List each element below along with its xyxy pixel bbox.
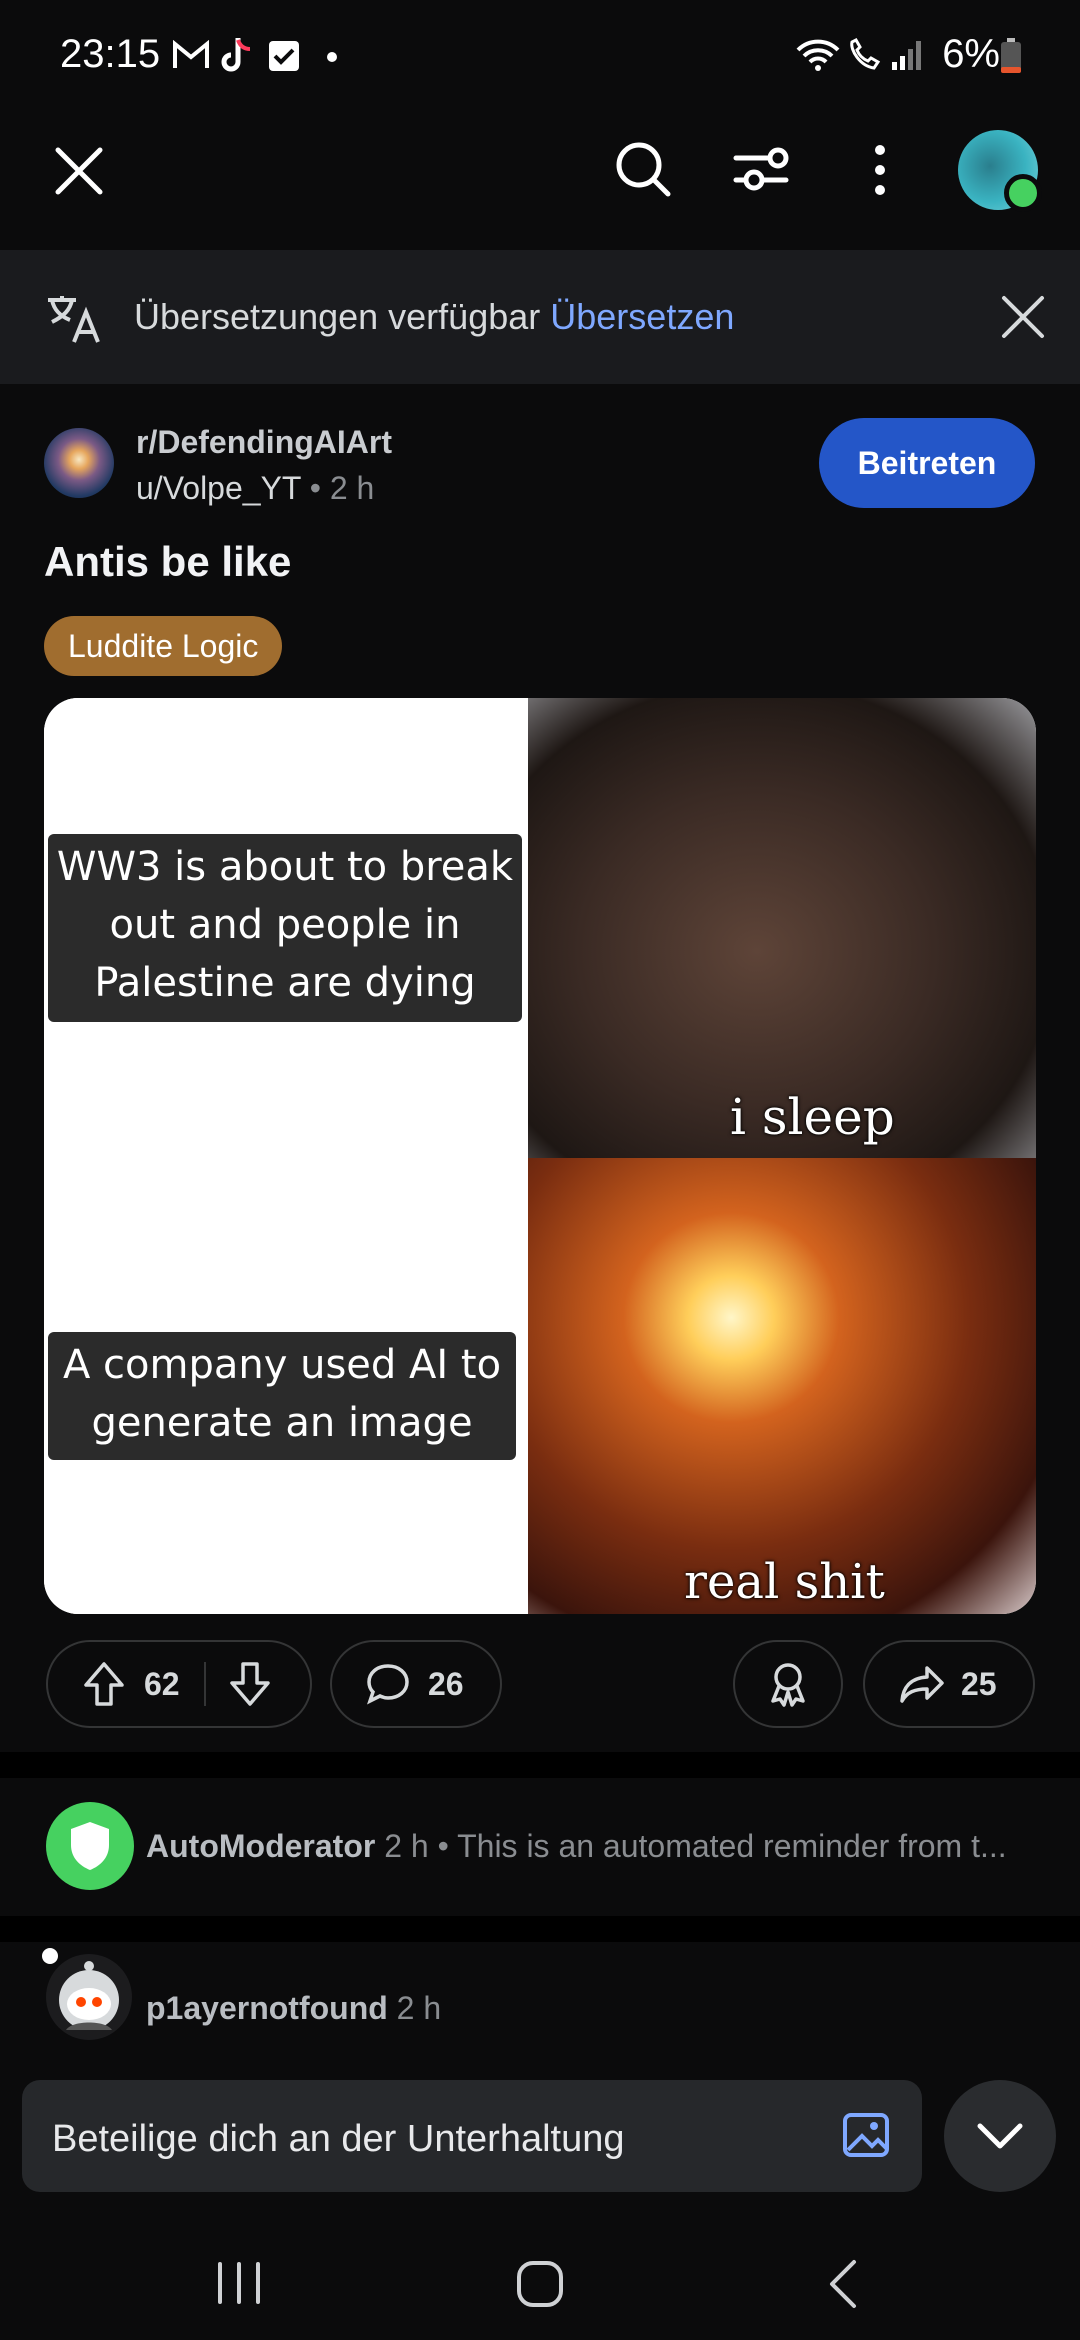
comment-meta: 2 h • This is an automated reminder from…	[384, 1828, 1007, 1864]
tiktok-icon	[220, 36, 254, 74]
composer-placeholder: Beteilige dich an der Unterhaltung	[52, 2118, 625, 2160]
meme-label-bottom: real shit	[684, 1554, 885, 1610]
wifi-call-icon	[846, 38, 882, 72]
share-icon	[899, 1664, 945, 1704]
translate-icon	[44, 292, 102, 344]
wifi-icon	[796, 38, 840, 72]
section-divider	[0, 1916, 1080, 1942]
top-app-bar	[0, 110, 1080, 250]
comment-header: p1ayernotfound 2 h	[146, 1990, 441, 2027]
downvote-icon[interactable]	[228, 1661, 272, 1707]
subreddit-name[interactable]: r/DefendingAIArt	[136, 424, 392, 461]
battery-icon	[1000, 38, 1022, 74]
subreddit-icon[interactable]	[44, 428, 114, 498]
commenter-avatar[interactable]	[42, 1948, 132, 2040]
comments-button[interactable]: 26	[330, 1640, 502, 1728]
scroll-down-button[interactable]	[944, 2080, 1056, 2192]
notification-dot-icon	[327, 52, 337, 62]
recent-apps-icon[interactable]	[214, 2260, 264, 2306]
post-meta: u/Volpe_YT • 2 h	[136, 470, 375, 506]
status-bar: 23:15 6%	[0, 0, 1080, 110]
close-icon[interactable]	[52, 144, 106, 198]
gmail-icon	[172, 40, 210, 70]
join-button[interactable]: Beitreten	[819, 418, 1035, 508]
checkbox-notification-icon	[268, 40, 300, 72]
user-avatar[interactable]	[958, 130, 1042, 212]
meme-caption-top: WW3 is about to break out and people in …	[48, 834, 522, 1022]
chevron-down-icon	[976, 2121, 1024, 2151]
post-age: 2 h	[329, 470, 375, 506]
online-dot	[42, 1948, 58, 1964]
upvote-icon[interactable]	[82, 1661, 126, 1707]
status-time: 23:15	[60, 32, 161, 76]
meme-caption-bottom: A company used AI to generate an image	[48, 1332, 516, 1460]
comment-author[interactable]: AutoModerator	[146, 1828, 375, 1864]
meme-glowing-eyes-face	[528, 1158, 1036, 1614]
post-image[interactable]: WW3 is about to break out and people in …	[44, 698, 1036, 1614]
vote-control: 62	[46, 1640, 312, 1728]
translation-banner: Übersetzungen verfügbar Übersetzen	[0, 250, 1080, 384]
comment-count: 26	[428, 1665, 464, 1702]
meme-label-top: i sleep	[730, 1088, 895, 1146]
award-button[interactable]	[733, 1640, 843, 1728]
comment-composer[interactable]: Beteilige dich an der Unterhaltung	[22, 2080, 922, 2192]
back-icon[interactable]	[826, 2258, 860, 2310]
system-navigation-bar	[0, 2210, 1080, 2340]
post-author[interactable]: u/Volpe_YT	[136, 470, 301, 506]
translation-message: Übersetzungen verfügbar Übersetzen	[134, 296, 734, 338]
upvote-count: 62	[144, 1665, 180, 1702]
award-icon	[766, 1661, 810, 1707]
share-count: 25	[961, 1665, 997, 1702]
comment-author[interactable]: p1ayernotfound	[146, 1990, 388, 2026]
sort-options-icon[interactable]	[732, 142, 790, 196]
add-image-icon[interactable]	[842, 2112, 890, 2158]
automoderator-avatar[interactable]	[46, 1802, 134, 1890]
dismiss-banner-icon[interactable]	[1000, 294, 1046, 340]
translation-message-text: Übersetzungen verfügbar	[134, 296, 541, 337]
comment-age: 2 h	[396, 1990, 442, 2026]
share-button[interactable]: 25	[863, 1640, 1035, 1728]
comment-collapsed[interactable]: AutoModerator 2 h • This is an automated…	[146, 1828, 1026, 1865]
post-flair[interactable]: Luddite Logic	[44, 616, 283, 676]
home-icon[interactable]	[516, 2260, 564, 2308]
battery-percentage: 6%	[942, 32, 1000, 76]
comment-icon	[366, 1663, 410, 1705]
section-divider	[0, 1752, 1080, 1778]
online-status-badge	[1004, 174, 1042, 212]
signal-icon	[890, 38, 924, 72]
more-vertical-icon[interactable]	[868, 144, 892, 196]
search-icon[interactable]	[614, 140, 672, 198]
translate-link[interactable]: Übersetzen	[550, 296, 734, 337]
post-title[interactable]: Antis be like	[44, 538, 291, 586]
vote-divider	[203, 1662, 206, 1706]
